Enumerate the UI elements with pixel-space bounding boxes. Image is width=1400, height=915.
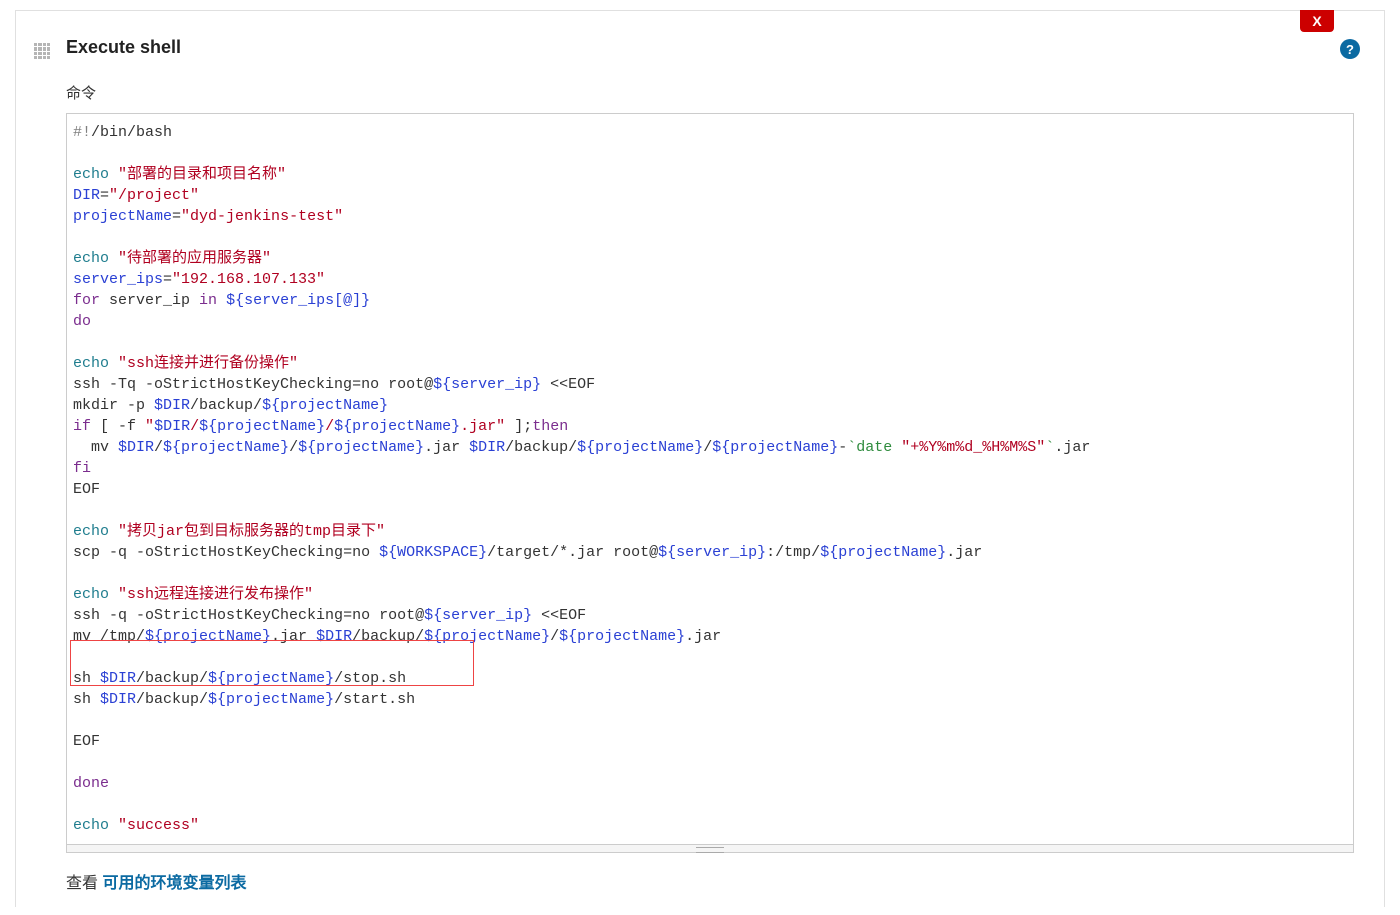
delete-step-button[interactable]: X	[1300, 10, 1334, 32]
shell-command-input[interactable]: #!/bin/bash echo "部署的目录和项目名称" DIR="/proj…	[66, 113, 1354, 845]
build-step-execute-shell: X ? Execute shell 命令 #!/bin/bash echo "部…	[15, 10, 1385, 907]
step-title: Execute shell	[66, 37, 1354, 58]
close-icon: X	[1312, 13, 1321, 29]
drag-handle-icon[interactable]	[34, 43, 52, 61]
env-vars-link[interactable]: 可用的环境变量列表	[102, 875, 246, 892]
textarea-resize-handle[interactable]	[66, 845, 1354, 853]
help-icon[interactable]: ?	[1340, 39, 1360, 59]
env-vars-hint: 查看 可用的环境变量列表	[66, 869, 1354, 893]
command-field-label: 命令	[66, 82, 1354, 103]
